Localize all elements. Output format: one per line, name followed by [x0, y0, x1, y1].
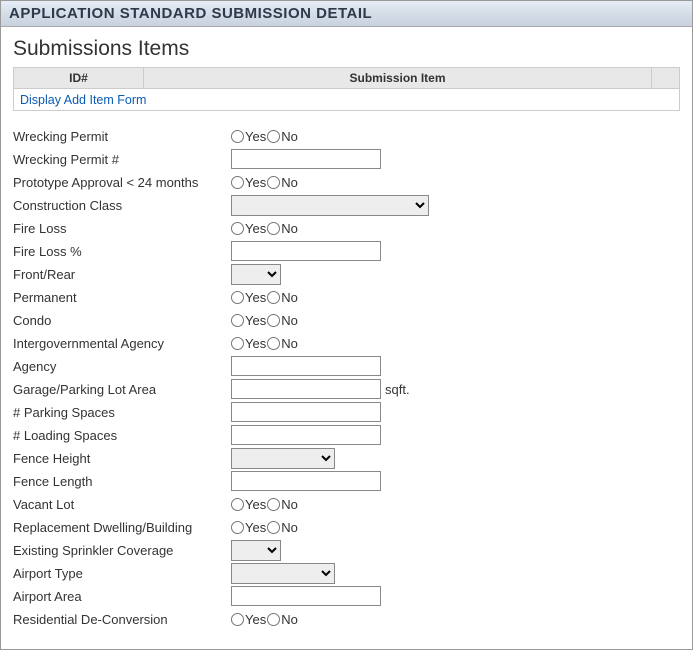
- intergov-agency-yes[interactable]: Yes: [231, 336, 267, 351]
- row-wrecking-permit-no: Wrecking Permit #: [13, 148, 680, 170]
- row-loading-spaces: # Loading Spaces: [13, 424, 680, 446]
- row-construction-class: Construction Class: [13, 194, 680, 216]
- label-intergov-agency: Intergovernmental Agency: [13, 336, 231, 351]
- row-fire-loss: Fire Loss Yes No: [13, 217, 680, 239]
- label-construction-class: Construction Class: [13, 198, 231, 213]
- fire-loss-yes[interactable]: Yes: [231, 221, 267, 236]
- wrecking-permit-yes[interactable]: Yes: [231, 129, 267, 144]
- label-wrecking-permit: Wrecking Permit: [13, 129, 231, 144]
- row-agency: Agency: [13, 355, 680, 377]
- vacant-lot-yes[interactable]: Yes: [231, 497, 267, 512]
- permanent-yes[interactable]: Yes: [231, 290, 267, 305]
- label-fence-height: Fence Height: [13, 451, 231, 466]
- front-rear-select[interactable]: [231, 264, 281, 285]
- label-fire-loss: Fire Loss: [13, 221, 231, 236]
- table-link-row: Display Add Item Form: [14, 89, 680, 111]
- condo-no[interactable]: No: [267, 313, 299, 328]
- section-title: Submissions Items: [13, 37, 680, 61]
- row-wrecking-permit: Wrecking Permit Yes No: [13, 125, 680, 147]
- sprinkler-coverage-select[interactable]: [231, 540, 281, 561]
- row-parking-spaces: # Parking Spaces: [13, 401, 680, 423]
- app-container: APPLICATION STANDARD SUBMISSION DETAIL S…: [0, 0, 693, 650]
- loading-spaces-input[interactable]: [231, 425, 381, 445]
- label-wrecking-permit-no: Wrecking Permit #: [13, 152, 231, 167]
- page-title: APPLICATION STANDARD SUBMISSION DETAIL: [9, 5, 372, 22]
- residential-deconv-yes[interactable]: Yes: [231, 612, 267, 627]
- row-vacant-lot: Vacant Lot Yes No: [13, 493, 680, 515]
- residential-deconv-no[interactable]: No: [267, 612, 299, 627]
- garage-area-input[interactable]: [231, 379, 381, 399]
- condo-yes[interactable]: Yes: [231, 313, 267, 328]
- submission-items-table: ID# Submission Item Display Add Item For…: [13, 67, 680, 111]
- row-prototype-approval: Prototype Approval < 24 months Yes No: [13, 171, 680, 193]
- col-header-item: Submission Item: [144, 68, 652, 89]
- agency-input[interactable]: [231, 356, 381, 376]
- wrecking-permit-no[interactable]: No: [267, 129, 299, 144]
- col-header-empty: [652, 68, 680, 89]
- fence-height-select[interactable]: [231, 448, 335, 469]
- parking-spaces-input[interactable]: [231, 402, 381, 422]
- row-front-rear: Front/Rear: [13, 263, 680, 285]
- row-condo: Condo Yes No: [13, 309, 680, 331]
- permanent-no[interactable]: No: [267, 290, 299, 305]
- row-garage-area: Garage/Parking Lot Area sqft.: [13, 378, 680, 400]
- fire-loss-no[interactable]: No: [267, 221, 299, 236]
- label-permanent: Permanent: [13, 290, 231, 305]
- row-sprinkler-coverage: Existing Sprinkler Coverage: [13, 539, 680, 561]
- row-permanent: Permanent Yes No: [13, 286, 680, 308]
- label-prototype-approval: Prototype Approval < 24 months: [13, 175, 231, 190]
- row-fence-length: Fence Length: [13, 470, 680, 492]
- replacement-dwelling-yes[interactable]: Yes: [231, 520, 267, 535]
- row-intergov-agency: Intergovernmental Agency Yes No: [13, 332, 680, 354]
- row-replacement-dwelling: Replacement Dwelling/Building Yes No: [13, 516, 680, 538]
- intergov-agency-no[interactable]: No: [267, 336, 299, 351]
- label-airport-type: Airport Type: [13, 566, 231, 581]
- content-area: Submissions Items ID# Submission Item Di…: [1, 27, 692, 649]
- fence-length-input[interactable]: [231, 471, 381, 491]
- label-sprinkler-coverage: Existing Sprinkler Coverage: [13, 543, 231, 558]
- label-fire-loss-pct: Fire Loss %: [13, 244, 231, 259]
- airport-type-select[interactable]: [231, 563, 335, 584]
- label-replacement-dwelling: Replacement Dwelling/Building: [13, 520, 231, 535]
- prototype-approval-yes[interactable]: Yes: [231, 175, 267, 190]
- col-header-id: ID#: [14, 68, 144, 89]
- row-fence-height: Fence Height: [13, 447, 680, 469]
- fire-loss-pct-input[interactable]: [231, 241, 381, 261]
- airport-area-input[interactable]: [231, 586, 381, 606]
- label-garage-area: Garage/Parking Lot Area: [13, 382, 231, 397]
- label-agency: Agency: [13, 359, 231, 374]
- vacant-lot-no[interactable]: No: [267, 497, 299, 512]
- label-condo: Condo: [13, 313, 231, 328]
- wrecking-permit-no-input[interactable]: [231, 149, 381, 169]
- construction-class-select[interactable]: [231, 195, 429, 216]
- label-vacant-lot: Vacant Lot: [13, 497, 231, 512]
- label-airport-area: Airport Area: [13, 589, 231, 604]
- page-header: APPLICATION STANDARD SUBMISSION DETAIL: [1, 1, 692, 27]
- row-fire-loss-pct: Fire Loss %: [13, 240, 680, 262]
- row-airport-area: Airport Area: [13, 585, 680, 607]
- label-loading-spaces: # Loading Spaces: [13, 428, 231, 443]
- prototype-approval-no[interactable]: No: [267, 175, 299, 190]
- label-parking-spaces: # Parking Spaces: [13, 405, 231, 420]
- replacement-dwelling-no[interactable]: No: [267, 520, 299, 535]
- label-residential-deconv: Residential De-Conversion: [13, 612, 231, 627]
- row-residential-deconv: Residential De-Conversion Yes No: [13, 608, 680, 630]
- label-front-rear: Front/Rear: [13, 267, 231, 282]
- display-add-item-link[interactable]: Display Add Item Form: [20, 93, 146, 107]
- label-fence-length: Fence Length: [13, 474, 231, 489]
- garage-area-suffix: sqft.: [385, 382, 410, 397]
